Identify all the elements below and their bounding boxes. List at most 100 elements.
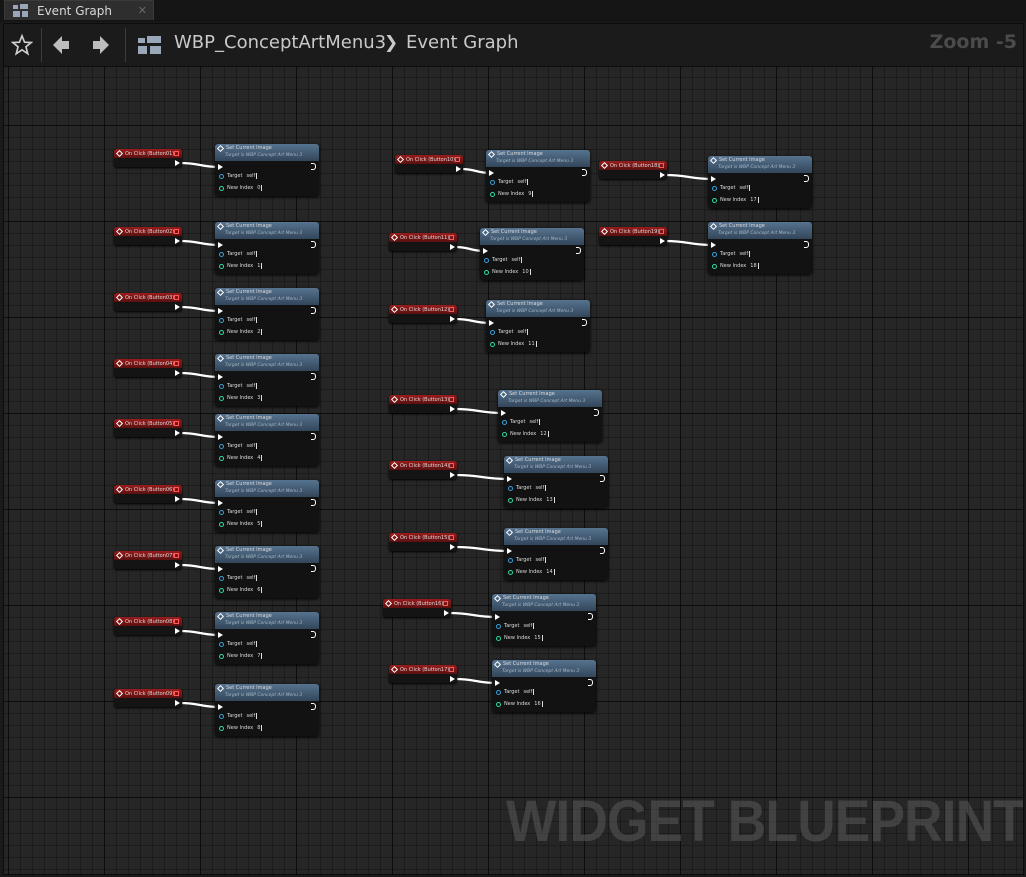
exec-in-pin[interactable] xyxy=(218,308,223,314)
new-index-pin[interactable]: New Index 9 xyxy=(490,191,534,197)
set-current-image-node[interactable]: Set Current Image Target is WBP Concept A… xyxy=(504,528,608,580)
target-pin[interactable]: Target self xyxy=(219,641,258,647)
new-index-pin[interactable]: New Index 12 xyxy=(502,431,549,437)
event-node[interactable]: On Click (Button09) xyxy=(114,689,182,707)
new-index-pin[interactable]: New Index 16 xyxy=(496,701,543,707)
graph-canvas[interactable]: On Click (Button01) Set Current Image Targ… xyxy=(3,23,1024,875)
event-node[interactable]: On Click (Button18) xyxy=(599,161,667,179)
event-node[interactable]: On Click (Button02) xyxy=(114,227,182,245)
blueprint-icon[interactable] xyxy=(134,30,166,60)
new-index-pin[interactable]: New Index 10 xyxy=(484,269,531,275)
exec-out-pin[interactable] xyxy=(804,175,809,182)
exec-out-pin[interactable] xyxy=(311,433,316,440)
exec-out-pin[interactable] xyxy=(594,409,599,416)
target-pin[interactable]: Target self xyxy=(484,257,523,263)
event-node[interactable]: On Click (Button19) xyxy=(599,227,667,245)
exec-out-pin[interactable] xyxy=(175,238,180,244)
exec-out-pin[interactable] xyxy=(175,628,180,634)
new-index-pin[interactable]: New Index 3 xyxy=(219,395,263,401)
exec-out-pin[interactable] xyxy=(175,430,180,436)
event-node[interactable]: On Click (Button01) xyxy=(114,149,182,167)
new-index-pin[interactable]: New Index 15 xyxy=(496,635,543,641)
new-index-pin[interactable]: New Index 2 xyxy=(219,329,263,335)
new-index-pin[interactable]: New Index 6 xyxy=(219,587,263,593)
exec-out-pin[interactable] xyxy=(576,247,581,254)
event-node[interactable]: On Click (Button15) xyxy=(389,533,457,551)
set-current-image-node[interactable]: Set Current Image Target is WBP Concept A… xyxy=(215,612,319,664)
set-current-image-node[interactable]: Set Current Image Target is WBP Concept A… xyxy=(480,228,584,280)
new-index-pin[interactable]: New Index 4 xyxy=(219,455,263,461)
exec-out-pin[interactable] xyxy=(450,676,455,682)
exec-out-pin[interactable] xyxy=(175,700,180,706)
set-current-image-node[interactable]: Set Current Image Target is WBP Concept A… xyxy=(215,144,319,196)
exec-in-pin[interactable] xyxy=(711,176,716,182)
exec-in-pin[interactable] xyxy=(218,374,223,380)
event-node[interactable]: On Click (Button03) xyxy=(114,293,182,311)
target-pin[interactable]: Target self xyxy=(508,557,547,563)
target-pin[interactable]: Target self xyxy=(219,251,258,257)
set-current-image-node[interactable]: Set Current Image Target is WBP Concept A… xyxy=(486,150,590,202)
event-node[interactable]: On Click (Button08) xyxy=(114,617,182,635)
event-node[interactable]: On Click (Button14) xyxy=(389,461,457,479)
new-index-pin[interactable]: New Index 0 xyxy=(219,185,263,191)
target-pin[interactable]: Target self xyxy=(219,383,258,389)
exec-out-pin[interactable] xyxy=(311,565,316,572)
exec-out-pin[interactable] xyxy=(311,373,316,380)
set-current-image-node[interactable]: Set Current Image Target is WBP Concept A… xyxy=(504,456,608,508)
exec-in-pin[interactable] xyxy=(218,704,223,710)
exec-out-pin[interactable] xyxy=(450,244,455,250)
exec-out-pin[interactable] xyxy=(450,406,455,412)
target-pin[interactable]: Target self xyxy=(712,185,751,191)
exec-out-pin[interactable] xyxy=(311,703,316,710)
set-current-image-node[interactable]: Set Current Image Target is WBP Concept A… xyxy=(215,354,319,406)
event-node[interactable]: On Click (Button10) xyxy=(395,155,463,173)
exec-in-pin[interactable] xyxy=(711,242,716,248)
event-node[interactable]: On Click (Button11) xyxy=(389,233,457,251)
event-node[interactable]: On Click (Button12) xyxy=(389,305,457,323)
exec-out-pin[interactable] xyxy=(175,370,180,376)
set-current-image-node[interactable]: Set Current Image Target is WBP Concept A… xyxy=(492,660,596,712)
new-index-pin[interactable]: New Index 8 xyxy=(219,725,263,731)
new-index-pin[interactable]: New Index 13 xyxy=(508,497,555,503)
target-pin[interactable]: Target self xyxy=(508,485,547,491)
star-icon[interactable] xyxy=(7,30,37,60)
exec-in-pin[interactable] xyxy=(218,566,223,572)
set-current-image-node[interactable]: Set Current Image Target is WBP Concept A… xyxy=(498,390,602,442)
new-index-pin[interactable]: New Index 17 xyxy=(712,197,759,203)
set-current-image-node[interactable]: Set Current Image Target is WBP Concept A… xyxy=(215,480,319,532)
target-pin[interactable]: Target self xyxy=(219,173,258,179)
exec-out-pin[interactable] xyxy=(588,613,593,620)
new-index-pin[interactable]: New Index 5 xyxy=(219,521,263,527)
set-current-image-node[interactable]: Set Current Image Target is WBP Concept A… xyxy=(215,546,319,598)
exec-out-pin[interactable] xyxy=(588,679,593,686)
exec-out-pin[interactable] xyxy=(311,163,316,170)
exec-out-pin[interactable] xyxy=(660,238,665,244)
breadcrumb-event-graph[interactable]: Event Graph xyxy=(406,32,519,53)
exec-in-pin[interactable] xyxy=(489,170,494,176)
exec-out-pin[interactable] xyxy=(600,475,605,482)
target-pin[interactable]: Target self xyxy=(219,575,258,581)
exec-in-pin[interactable] xyxy=(218,500,223,506)
exec-out-pin[interactable] xyxy=(600,547,605,554)
exec-out-pin[interactable] xyxy=(450,544,455,550)
target-pin[interactable]: Target self xyxy=(219,713,258,719)
new-index-pin[interactable]: New Index 11 xyxy=(490,341,537,347)
exec-in-pin[interactable] xyxy=(218,632,223,638)
exec-out-pin[interactable] xyxy=(660,172,665,178)
exec-out-pin[interactable] xyxy=(582,169,587,176)
target-pin[interactable]: Target self xyxy=(712,251,751,257)
set-current-image-node[interactable]: Set Current Image Target is WBP Concept A… xyxy=(708,156,812,208)
event-node[interactable]: On Click (Button13) xyxy=(389,395,457,413)
exec-out-pin[interactable] xyxy=(175,304,180,310)
exec-out-pin[interactable] xyxy=(175,562,180,568)
arrow-right-icon[interactable] xyxy=(86,30,116,60)
event-node[interactable]: On Click (Button05) xyxy=(114,419,182,437)
exec-in-pin[interactable] xyxy=(218,434,223,440)
target-pin[interactable]: Target self xyxy=(496,689,535,695)
set-current-image-node[interactable]: Set Current Image Target is WBP Concept A… xyxy=(215,288,319,340)
event-node[interactable]: On Click (Button17) xyxy=(389,665,457,683)
new-index-pin[interactable]: New Index 14 xyxy=(508,569,555,575)
close-tab-icon[interactable]: ✕ xyxy=(138,4,147,17)
new-index-pin[interactable]: New Index 1 xyxy=(219,263,263,269)
new-index-pin[interactable]: New Index 7 xyxy=(219,653,263,659)
